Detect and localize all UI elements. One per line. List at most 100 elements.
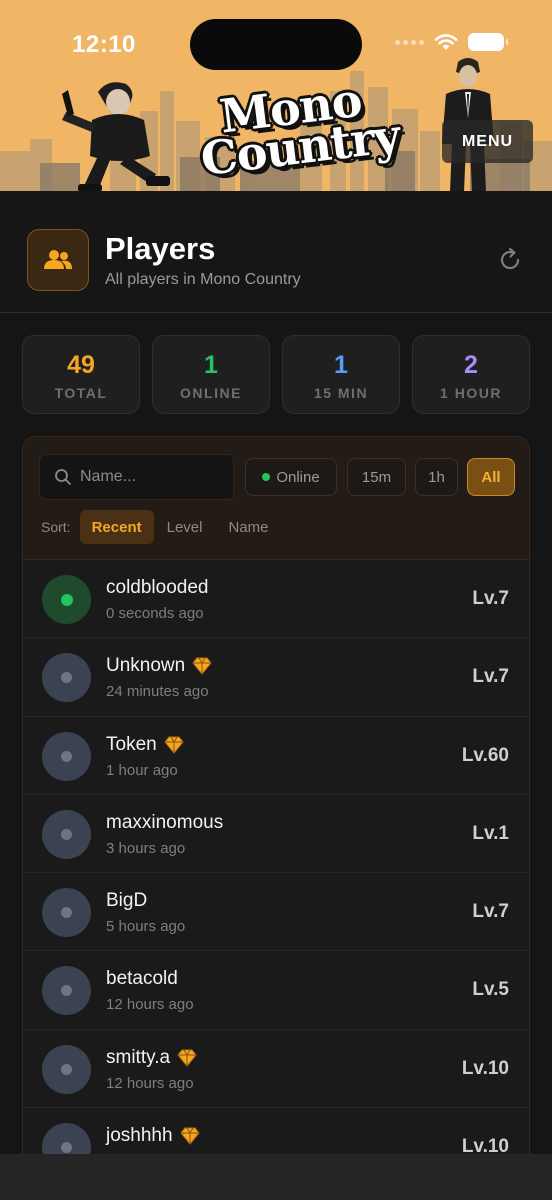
avatar: [42, 809, 91, 859]
filter-online-label: Online: [276, 468, 320, 486]
users-icon: [44, 250, 72, 269]
player-level: Lv.5: [472, 979, 509, 1001]
cellular-signal-icon: [395, 39, 424, 45]
online-dot-icon: [262, 473, 271, 481]
players-list: coldblooded 0 seconds ago Lv.7 Unknown 2…: [23, 560, 529, 1175]
stat-15min: 1 15 MIN: [282, 335, 400, 414]
sort-level[interactable]: Level: [154, 510, 216, 544]
offline-status-icon: [61, 985, 72, 997]
offline-status-icon: [61, 750, 72, 762]
player-level: Lv.7: [472, 901, 509, 923]
stat-value: 1: [204, 351, 218, 379]
diamond-icon: [164, 736, 184, 754]
sort-recent[interactable]: Recent: [79, 510, 154, 544]
filter-online[interactable]: Online: [245, 458, 337, 496]
stat-label: TOTAL: [54, 385, 108, 401]
filter-bar: Online 15m 1h All Sort: Recent Level Nam…: [23, 437, 529, 560]
avatar: [42, 1044, 91, 1094]
filter-all[interactable]: All: [467, 458, 515, 496]
player-name: joshhhh: [106, 1125, 200, 1147]
header-banner: 12:10 Mono Country MENU: [0, 0, 552, 191]
player-row[interactable]: coldblooded 0 seconds ago Lv.7: [23, 560, 529, 639]
player-row[interactable]: Unknown 24 minutes ago Lv.7: [23, 638, 529, 717]
menu-button[interactable]: MENU: [442, 120, 533, 163]
player-name-text: Token: [106, 733, 157, 755]
player-row[interactable]: smitty.a 12 hours ago Lv.10: [23, 1030, 529, 1109]
filter-1h[interactable]: 1h: [415, 458, 458, 496]
player-last-seen: 5 hours ago: [106, 918, 186, 936]
player-last-seen: 0 seconds ago: [106, 605, 204, 622]
players-icon-badge: [27, 229, 89, 291]
page-header: Players All players in Mono Country: [0, 191, 552, 313]
player-name-text: smitty.a: [106, 1046, 171, 1068]
offline-status-icon: [61, 672, 72, 684]
search-box: [39, 454, 234, 500]
sort-controls: Sort: Recent Level Name: [41, 509, 281, 545]
offline-status-icon: [61, 828, 72, 840]
player-name: Unknown: [106, 655, 212, 677]
avatar: [42, 653, 91, 703]
diamond-icon: [177, 1049, 197, 1067]
player-level: Lv.7: [472, 666, 509, 688]
page-title: Players: [105, 231, 216, 266]
offline-status-icon: [61, 907, 72, 919]
player-name: coldblooded: [106, 577, 208, 599]
player-row[interactable]: Token 1 hour ago Lv.60: [23, 717, 529, 795]
status-time: 12:10: [72, 31, 136, 58]
stat-label: 15 MIN: [313, 385, 369, 401]
player-level: Lv.1: [472, 822, 509, 844]
player-row[interactable]: betacold 12 hours ago Lv.5: [23, 951, 529, 1030]
player-name-text: maxxinomous: [106, 811, 224, 833]
stat-1hour: 2 1 HOUR: [412, 335, 530, 414]
avatar: [42, 731, 91, 781]
diamond-icon: [179, 1127, 200, 1145]
avatar: [42, 966, 91, 1016]
refresh-icon[interactable]: [496, 246, 524, 274]
avatar: [42, 575, 91, 624]
player-name-text: BigD: [106, 890, 148, 912]
stat-label: 1 HOUR: [440, 385, 502, 401]
offline-status-icon: [61, 1142, 72, 1154]
player-name: betacold: [106, 968, 178, 990]
player-row[interactable]: BigD 5 hours ago Lv.7: [23, 873, 529, 952]
filter-15m[interactable]: 15m: [347, 458, 406, 496]
search-icon: [55, 469, 71, 485]
avatar: [42, 888, 91, 938]
search-input[interactable]: [80, 463, 228, 491]
player-last-seen: 1 hour ago: [106, 761, 178, 779]
stat-total: 49 TOTAL: [22, 335, 140, 414]
player-level: Lv.60: [461, 744, 509, 766]
stat-label: ONLINE: [180, 385, 242, 401]
player-level: Lv.7: [472, 588, 509, 609]
wifi-icon: [434, 34, 458, 50]
page-subtitle: All players in Mono Country: [105, 271, 301, 288]
player-last-seen: 12 hours ago: [106, 1074, 194, 1092]
stat-value: 2: [464, 351, 478, 379]
stats-row: 49 TOTAL 1 ONLINE 1 15 MIN 2 1 HOUR: [22, 335, 530, 414]
player-name: maxxinomous: [106, 812, 223, 834]
player-last-seen: 3 hours ago: [106, 839, 186, 857]
dynamic-island: [190, 19, 362, 70]
player-name: Token: [106, 734, 184, 756]
player-name: smitty.a: [106, 1047, 197, 1069]
player-name-text: betacold: [106, 968, 178, 990]
stat-value: 49: [67, 351, 95, 379]
mono-country-logo: Mono Country: [197, 72, 403, 187]
gangster-character-illustration: [62, 82, 170, 191]
stat-value: 1: [334, 351, 348, 379]
player-last-seen: 12 hours ago: [106, 996, 194, 1014]
sort-label: Sort:: [41, 519, 71, 535]
player-name-text: Unknown: [106, 655, 186, 677]
player-row[interactable]: maxxinomous 3 hours ago Lv.1: [23, 795, 529, 874]
stat-online: 1 ONLINE: [152, 335, 270, 414]
bottom-bar: [0, 1154, 552, 1200]
offline-status-icon: [61, 1063, 72, 1075]
battery-icon: [468, 33, 508, 51]
players-panel: Online 15m 1h All Sort: Recent Level Nam…: [22, 436, 530, 1176]
sort-name[interactable]: Name: [215, 510, 281, 544]
player-name-text: coldblooded: [106, 577, 209, 598]
player-name-text: joshhhh: [106, 1125, 173, 1147]
player-last-seen: 24 minutes ago: [106, 683, 209, 701]
diamond-icon: [192, 657, 212, 676]
online-status-icon: [60, 593, 73, 606]
